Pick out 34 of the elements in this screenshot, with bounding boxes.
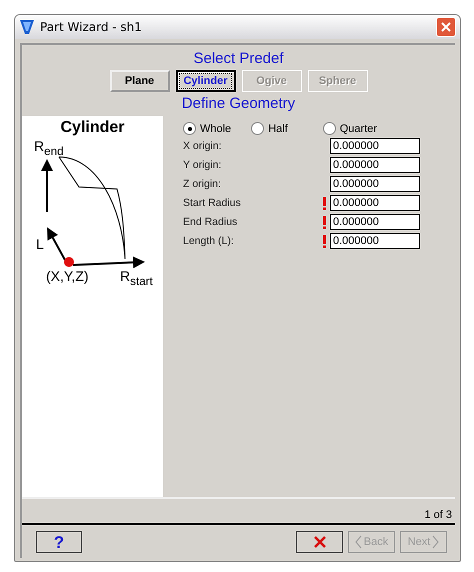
field-label: Z origin: — [183, 178, 222, 190]
close-icon — [312, 535, 326, 549]
field-label: Y origin: — [183, 159, 222, 171]
field-label: Start Radius — [183, 197, 242, 209]
field-label: X origin: — [183, 140, 223, 152]
input-field[interactable]: 0.000000 — [330, 176, 420, 192]
portion-radio[interactable]: Quarter — [322, 122, 378, 135]
section-heading: Define Geometry — [182, 95, 296, 112]
portion-radio[interactable]: Whole — [183, 122, 232, 135]
help-button[interactable]: ? — [36, 531, 82, 553]
diagram-title: Cylinder — [60, 119, 124, 137]
chevron-left-icon — [354, 535, 362, 549]
page-indicator: 1 of 3 — [424, 509, 452, 521]
diagram-label: (X,Y,Z) — [46, 269, 89, 283]
portion-radio[interactable]: Half — [251, 122, 288, 135]
diagram-label: R$_{end}$ — [34, 139, 64, 158]
predef-button[interactable]: Cylinder — [176, 70, 236, 92]
close-icon — [440, 21, 452, 33]
field-label: Length (L): — [183, 235, 235, 247]
window-title: Part Wizard - sh1 — [40, 20, 143, 34]
input-field[interactable]: 0.000000 — [330, 157, 420, 173]
input-field[interactable]: 0.000000 — [330, 233, 420, 249]
predef-button[interactable]: Plane — [110, 70, 170, 92]
field-label: End Radius — [183, 216, 238, 228]
section-heading: Select Predef — [193, 50, 284, 67]
close-button[interactable] — [436, 17, 456, 37]
input-field[interactable]: 0.000000 — [330, 214, 420, 230]
input-field[interactable]: 0.000000 — [330, 195, 420, 211]
diagram-label: R$_{start}$ — [120, 269, 153, 288]
cancel-button[interactable] — [296, 531, 343, 553]
input-field[interactable]: 0.000000 — [330, 138, 420, 154]
chevron-right-icon — [432, 535, 440, 549]
diagram-label: L — [36, 237, 44, 251]
app-icon — [19, 19, 35, 35]
